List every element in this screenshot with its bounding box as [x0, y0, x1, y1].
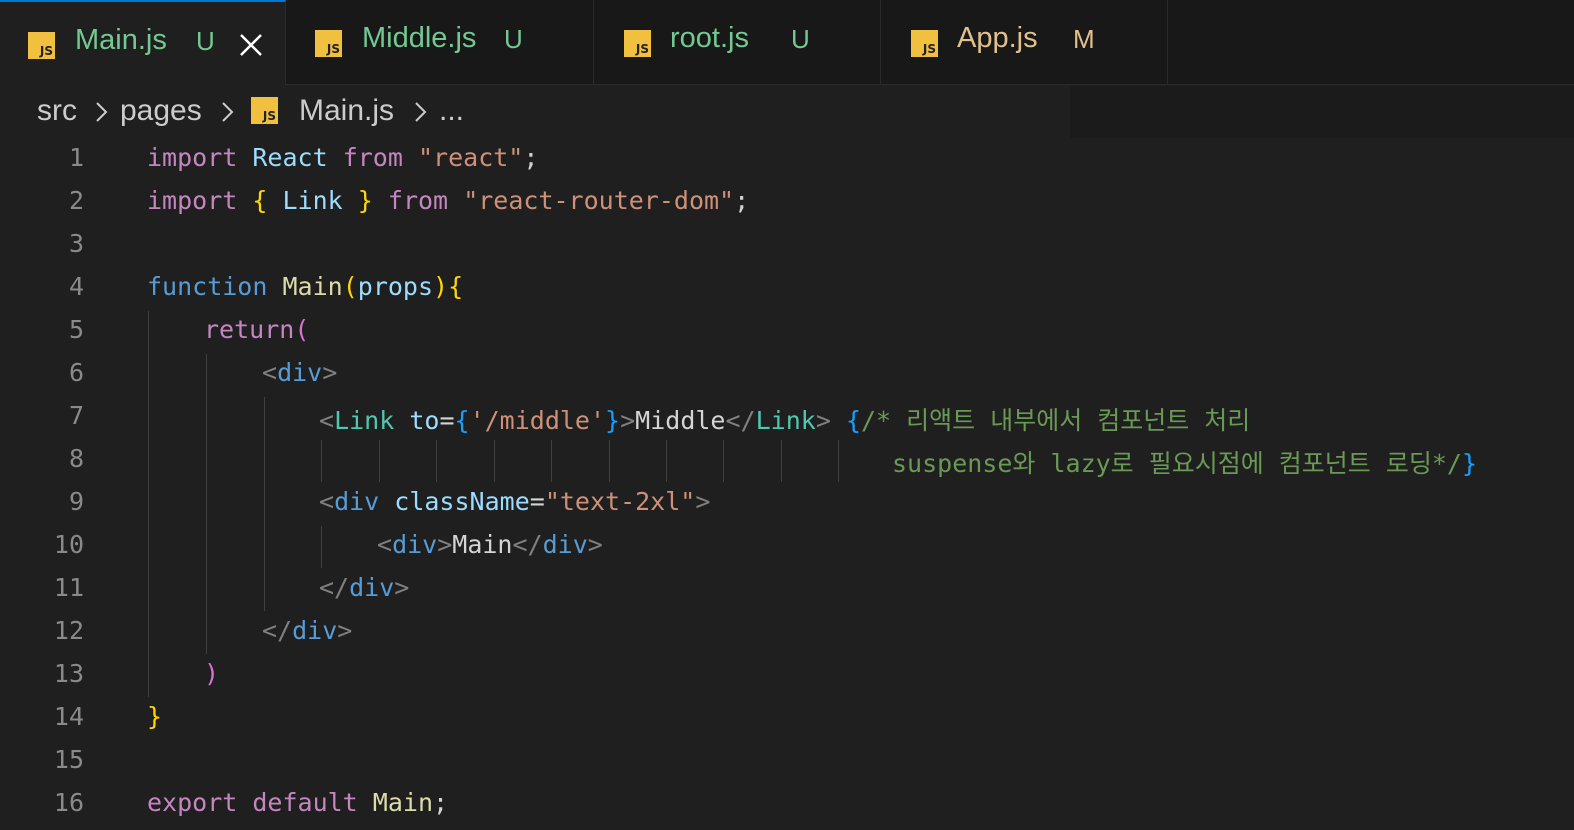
line-number: 13: [53, 659, 84, 688]
indent-guide: [436, 440, 437, 482]
tab-label: App.js: [957, 22, 1038, 54]
line-number: 10: [53, 530, 84, 559]
code-line: return(: [204, 315, 310, 344]
indent-guide: [494, 440, 495, 482]
indent-guide: [781, 440, 782, 482]
code-line: <Link to={'/middle'}>Middle</Link> {/* 리…: [319, 406, 1251, 435]
code-line: suspense와 lazy로 필요시점에 컴포넌트 로딩*/}: [892, 449, 1477, 478]
line-number: 12: [53, 616, 84, 645]
indent-guide: [551, 440, 552, 482]
code-line: }: [147, 702, 163, 731]
indent-guide: [321, 440, 322, 482]
breadcrumb-item-pages[interactable]: pages: [120, 94, 202, 128]
tab-main-js[interactable]: JS Main.js U: [0, 0, 286, 85]
git-status-badge: U: [791, 24, 810, 54]
code-line: </div>: [319, 573, 410, 602]
chevron-right-icon: [222, 102, 234, 122]
tab-label: Middle.js: [362, 22, 477, 54]
line-number: 15: [53, 745, 84, 774]
breadcrumb-item-file[interactable]: Main.js: [299, 94, 394, 128]
line-number: 2: [68, 186, 84, 215]
indent-guide: [264, 397, 265, 611]
indent-guide: [723, 440, 724, 482]
code-line: <div>Main</div>: [377, 530, 603, 559]
code-line: import { Link } from "react-router-dom";: [147, 186, 750, 215]
line-number: 9: [68, 487, 84, 516]
code-line: import React from "react";: [147, 143, 539, 172]
indent-guide: [666, 440, 667, 482]
js-file-icon: JS: [251, 97, 278, 124]
js-file-icon: JS: [28, 32, 55, 59]
code-line: <div>: [262, 358, 338, 387]
code-line: ): [204, 659, 220, 688]
sticky-scroll-area: [1070, 86, 1574, 138]
code-line: export default Main;: [147, 788, 449, 817]
chevron-right-icon: [96, 102, 108, 122]
indent-guide: [838, 440, 839, 482]
git-status-badge: U: [196, 26, 215, 56]
line-number: 16: [53, 788, 84, 817]
tab-label: Main.js: [75, 24, 167, 56]
line-number: 4: [68, 272, 84, 301]
line-number: 6: [68, 358, 84, 387]
indent-guide: [148, 311, 149, 697]
code-line: function Main(props){: [147, 272, 464, 301]
code-line: <div className="text-2xl">: [319, 487, 711, 516]
line-number: 3: [68, 229, 84, 258]
tab-middle-js[interactable]: JS Middle.js U: [286, 0, 594, 84]
git-status-badge: U: [504, 24, 523, 54]
git-status-badge: M: [1073, 24, 1095, 54]
line-number: 7: [68, 401, 84, 430]
chevron-right-icon: [415, 102, 427, 122]
close-icon[interactable]: [236, 30, 266, 60]
indent-guide: [206, 354, 207, 654]
js-file-icon: JS: [911, 30, 938, 57]
line-number: 5: [68, 315, 84, 344]
js-file-icon: JS: [315, 30, 342, 57]
tab-bar: JS Main.js U JS Middle.js U JS root.js U…: [0, 0, 1574, 85]
tab-label: root.js: [670, 22, 749, 54]
breadcrumb-item-src[interactable]: src: [37, 94, 77, 128]
code-line: </div>: [262, 616, 353, 645]
js-file-icon: JS: [624, 30, 651, 57]
line-number: 8: [68, 444, 84, 473]
line-number: 11: [53, 573, 84, 602]
tab-app-js[interactable]: JS App.js M: [881, 0, 1168, 84]
breadcrumb-item-symbols[interactable]: ...: [439, 94, 464, 128]
indent-guide: [609, 440, 610, 482]
indent-guide: [379, 440, 380, 482]
line-number: 1: [68, 143, 84, 172]
line-number: 14: [53, 702, 84, 731]
tab-root-js[interactable]: JS root.js U: [594, 0, 881, 84]
indent-guide: [321, 526, 322, 568]
